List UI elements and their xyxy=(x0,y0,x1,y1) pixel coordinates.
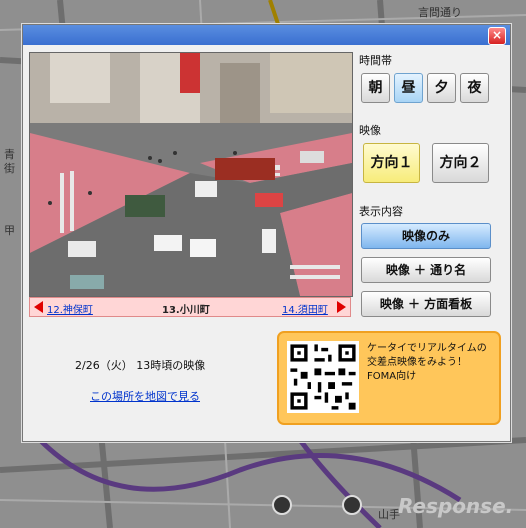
map-label-street: 言問通り xyxy=(418,6,462,19)
time-button-evening[interactable]: 夕 xyxy=(427,73,456,103)
direction-1-button[interactable]: 方向１ xyxy=(363,143,420,183)
display-video-street-button[interactable]: 映像 ＋ 通り名 xyxy=(361,257,491,283)
map-label-yamate: 山手 xyxy=(378,508,400,521)
map-label-c: 甲 xyxy=(4,224,15,237)
display-section-label: 表示内容 xyxy=(359,205,403,218)
next-arrow-icon[interactable] xyxy=(337,301,346,313)
watermark-logo: Response. xyxy=(398,494,514,518)
view-on-map-link[interactable]: この場所を地図で見る xyxy=(90,388,200,404)
dialog-titlebar: × xyxy=(23,25,510,45)
map-label-b: 街 xyxy=(4,162,15,175)
prev-arrow-icon[interactable] xyxy=(34,301,43,313)
camera-image xyxy=(29,52,353,297)
promo-line-2: 交差点映像をみよう！ xyxy=(367,357,467,368)
display-video-only-button[interactable]: 映像のみ xyxy=(361,223,491,249)
time-button-noon[interactable]: 昼 xyxy=(394,73,423,103)
qr-code-icon xyxy=(287,341,359,413)
intersection-photo xyxy=(30,53,352,296)
display-video-sign-button[interactable]: 映像 ＋ 方面看板 xyxy=(361,291,491,317)
promo-line-1: ケータイでリアルタイムの xyxy=(367,343,487,354)
camera-dialog: × 12.神保町 13.小川町 14.須田町 時間帯 朝 昼 夕 夜 映像 方向… xyxy=(22,24,511,442)
mobile-promo-box[interactable]: ケータイでリアルタイムの 交差点映像をみよう！ FOMA向け xyxy=(277,331,501,425)
video-section-label: 映像 xyxy=(359,124,381,137)
time-button-night[interactable]: 夜 xyxy=(460,73,489,103)
next-camera-link[interactable]: 14.須田町 xyxy=(282,301,328,316)
current-camera-label: 13.小川町 xyxy=(162,305,210,316)
video-timestamp: 2/26（火） 13時頃の映像 xyxy=(75,359,206,372)
camera-navigation-bar: 12.神保町 13.小川町 14.須田町 xyxy=(29,297,351,317)
direction-2-button[interactable]: 方向２ xyxy=(432,143,489,183)
time-button-morning[interactable]: 朝 xyxy=(361,73,390,103)
prev-camera-link[interactable]: 12.神保町 xyxy=(47,301,93,316)
time-section-label: 時間帯 xyxy=(359,54,392,67)
promo-line-3: FOMA向け xyxy=(367,371,417,382)
close-button[interactable]: × xyxy=(488,27,506,45)
